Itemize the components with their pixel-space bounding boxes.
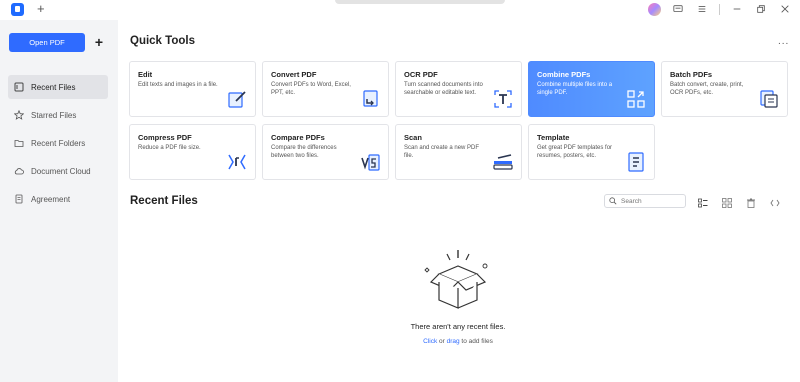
ocr-icon [493,89,513,109]
card-title: OCR PDF [404,70,438,79]
card-desc: Combine multiple files into a single PDF… [537,82,613,96]
template-icon [626,152,646,172]
to-add-text: to add files [459,338,493,345]
card-desc: Get great PDF templates for resumes, pos… [537,145,613,159]
sidebar-item-document-cloud[interactable]: Document Cloud [8,159,108,183]
sidebar: Open PDF + Recent Files Starred Files Re… [0,20,118,382]
recent-icon [14,82,24,92]
quick-tools-title: Quick Tools [130,35,195,47]
sidebar-item-label: Document Cloud [31,166,91,176]
card-desc: Turn scanned documents into searchable o… [404,82,483,96]
more-button[interactable]: ... [778,36,789,47]
sidebar-nav: Recent Files Starred Files Recent Folder… [8,75,108,215]
sidebar-item-label: Starred Files [31,110,77,120]
edit-icon [227,89,247,109]
title-bar: + [0,0,800,20]
empty-box-illustration [424,250,488,309]
empty-state-title: There aren't any recent files. [410,322,506,331]
menu-icon[interactable] [695,2,709,16]
drag-link[interactable]: drag [447,338,460,345]
card-desc: Edit texts and images in a file. [138,82,218,88]
scan-icon [493,152,513,172]
search-icon [609,197,617,205]
grid-view-icon[interactable] [722,195,732,208]
open-pdf-button[interactable]: Open PDF [9,33,85,52]
folder-icon [14,138,24,148]
card-desc: Convert PDFs to Word, Excel, PPT, etc. [271,82,351,96]
main-content: Quick Tools ... Edit Edit texts and imag… [118,20,800,382]
app-logo-icon [11,3,24,16]
tool-card-scan[interactable]: Scan Scan and create a new PDF file. [395,124,522,180]
search-box[interactable] [604,194,686,208]
cloud-icon [14,166,24,176]
tool-card-ocr-pdf[interactable]: OCR PDF Turn scanned documents into sear… [395,61,522,117]
tool-card-convert-pdf[interactable]: Convert PDF Convert PDFs to Word, Excel,… [262,61,389,117]
sidebar-item-label: Recent Folders [31,138,86,148]
tab-strip [335,0,505,4]
card-title: Convert PDF [271,70,317,79]
card-desc: Batch convert, create, print, OCR PDFs, … [670,82,744,96]
recent-files-title: Recent Files [130,195,198,207]
titlebar-divider [719,3,720,15]
avatar[interactable] [648,2,661,16]
tool-card-batch-pdfs[interactable]: Batch PDFs Batch convert, create, print,… [661,61,788,117]
tool-card-template[interactable]: Template Get great PDF templates for res… [528,124,655,180]
list-view-icon[interactable] [698,195,708,208]
or-text: or [437,338,447,345]
card-desc: Compare the differences between two file… [271,145,337,159]
convert-icon [360,89,380,109]
refresh-icon[interactable] [770,195,780,207]
sidebar-item-recent-files[interactable]: Recent Files [8,75,108,99]
close-icon[interactable] [778,2,792,16]
sidebar-item-label: Recent Files [31,82,76,92]
card-desc: Reduce a PDF file size. [138,145,201,151]
minimize-icon[interactable] [730,2,744,16]
card-title: Compress PDF [138,133,192,142]
card-desc: Scan and create a new PDF file. [404,145,480,159]
sidebar-item-label: Agreement [31,194,71,204]
delete-icon[interactable] [746,195,756,208]
card-title: Batch PDFs [670,70,713,79]
card-title: Scan [404,133,422,142]
tool-card-compare-pdfs[interactable]: Compare PDFs Compare the differences bet… [262,124,389,180]
sidebar-item-starred-files[interactable]: Starred Files [8,103,108,127]
click-link[interactable]: Click [423,338,437,345]
card-title: Edit [138,70,153,79]
add-button[interactable]: + [92,32,106,52]
batch-icon [759,89,779,109]
message-icon[interactable] [671,2,685,16]
sidebar-item-recent-folders[interactable]: Recent Folders [8,131,108,155]
empty-state-subtitle: Click or drag to add files [368,338,548,345]
new-tab-button[interactable]: + [37,1,45,16]
search-input[interactable] [621,197,681,205]
sidebar-item-agreement[interactable]: Agreement [8,187,108,211]
star-icon [14,110,24,120]
card-title: Combine PDFs [537,70,591,79]
compress-icon [227,152,247,172]
tool-card-edit[interactable]: Edit Edit texts and images in a file. [129,61,256,117]
combine-icon [626,89,646,109]
card-title: Template [537,133,570,142]
agreement-icon [14,194,24,204]
restore-icon[interactable] [754,2,768,16]
tool-card-combine-pdfs[interactable]: Combine PDFs Combine multiple files into… [528,61,655,117]
tool-card-compress-pdf[interactable]: Compress PDF Reduce a PDF file size. [129,124,256,180]
compare-icon [360,152,380,172]
card-title: Compare PDFs [271,133,325,142]
